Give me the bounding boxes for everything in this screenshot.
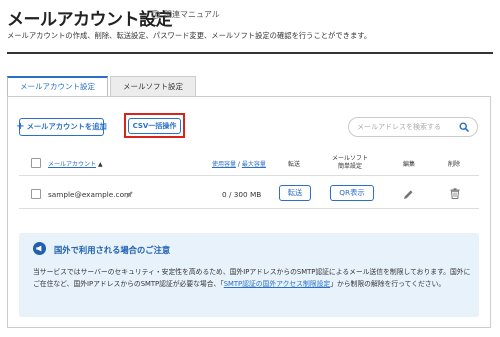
search-input[interactable] — [357, 118, 457, 136]
plus-icon: + — [16, 121, 25, 132]
manual-link[interactable]: ? 関連マニュアル — [151, 9, 220, 20]
column-header-edit: 編集 — [403, 161, 416, 168]
add-mail-account-label: メールアカウントを追加 — [26, 122, 107, 131]
tab-mail-software-settings[interactable]: メールソフト設定 — [110, 76, 196, 97]
row-divider — [19, 208, 479, 209]
usage-sort-link[interactable]: 使用容量 — [212, 161, 236, 168]
search-box — [348, 117, 478, 137]
account-address: sample@example.com — [48, 190, 132, 199]
smtp-restriction-settings-link[interactable]: SMTP認証の国外アクセス制限設定 — [224, 280, 330, 288]
header-divider — [19, 175, 479, 176]
row-checkbox[interactable] — [31, 189, 41, 199]
column-header-delete: 削除 — [448, 161, 461, 168]
tab-mail-account-settings[interactable]: メールアカウント設定 — [7, 76, 108, 97]
column-header-usage: 使用容量 / 最大容量 — [212, 161, 266, 168]
notice-body: 当サービスではサーバーのセキュリティ・安定性を高めるため、国外IPアドレスからの… — [33, 268, 471, 288]
edit-address-pencil-icon[interactable] — [125, 190, 134, 199]
add-mail-account-button[interactable]: + メールアカウントを追加 — [16, 118, 107, 136]
edit-pencil-icon[interactable] — [403, 189, 414, 200]
select-all-checkbox[interactable] — [31, 158, 41, 168]
column-header-account[interactable]: メールアカウント ▲ — [48, 159, 103, 168]
sort-ascending-icon: ▲ — [97, 161, 103, 168]
overseas-usage-notice: 国外で利用される場合のご注意 当サービスではサーバーのセキュリティ・安定性を高め… — [19, 233, 479, 317]
csv-bulk-operation-button[interactable]: CSV一括操作 — [128, 118, 181, 134]
qr-display-button[interactable]: QR表示 — [330, 185, 374, 201]
manual-link-label: 関連マニュアル — [164, 10, 220, 19]
page-description: メールアカウントの作成、削除、転送設定、パスワード変更、メールソフト設定の確認を… — [7, 31, 372, 40]
search-icon[interactable] — [459, 122, 469, 132]
forward-button[interactable]: 転送 — [279, 185, 311, 201]
usage-value: 0 / 300 MB — [222, 190, 262, 199]
delete-trash-icon[interactable] — [450, 188, 460, 199]
help-circle-icon: ? — [151, 10, 160, 19]
title-divider — [7, 52, 493, 54]
notice-title: 国外で利用される場合のご注意 — [54, 245, 171, 255]
column-header-mailsoft: メールソフト 簡単設定 — [332, 155, 369, 170]
account-sort-link[interactable]: メールアカウント — [48, 161, 96, 168]
page-title: メールアカウント設定 — [7, 10, 173, 30]
column-header-forward: 転送 — [288, 161, 301, 168]
megaphone-icon — [33, 242, 46, 255]
max-capacity-sort-link[interactable]: 最大容量 — [242, 161, 266, 168]
tab-bar: メールアカウント設定 メールソフト設定 — [7, 76, 196, 97]
